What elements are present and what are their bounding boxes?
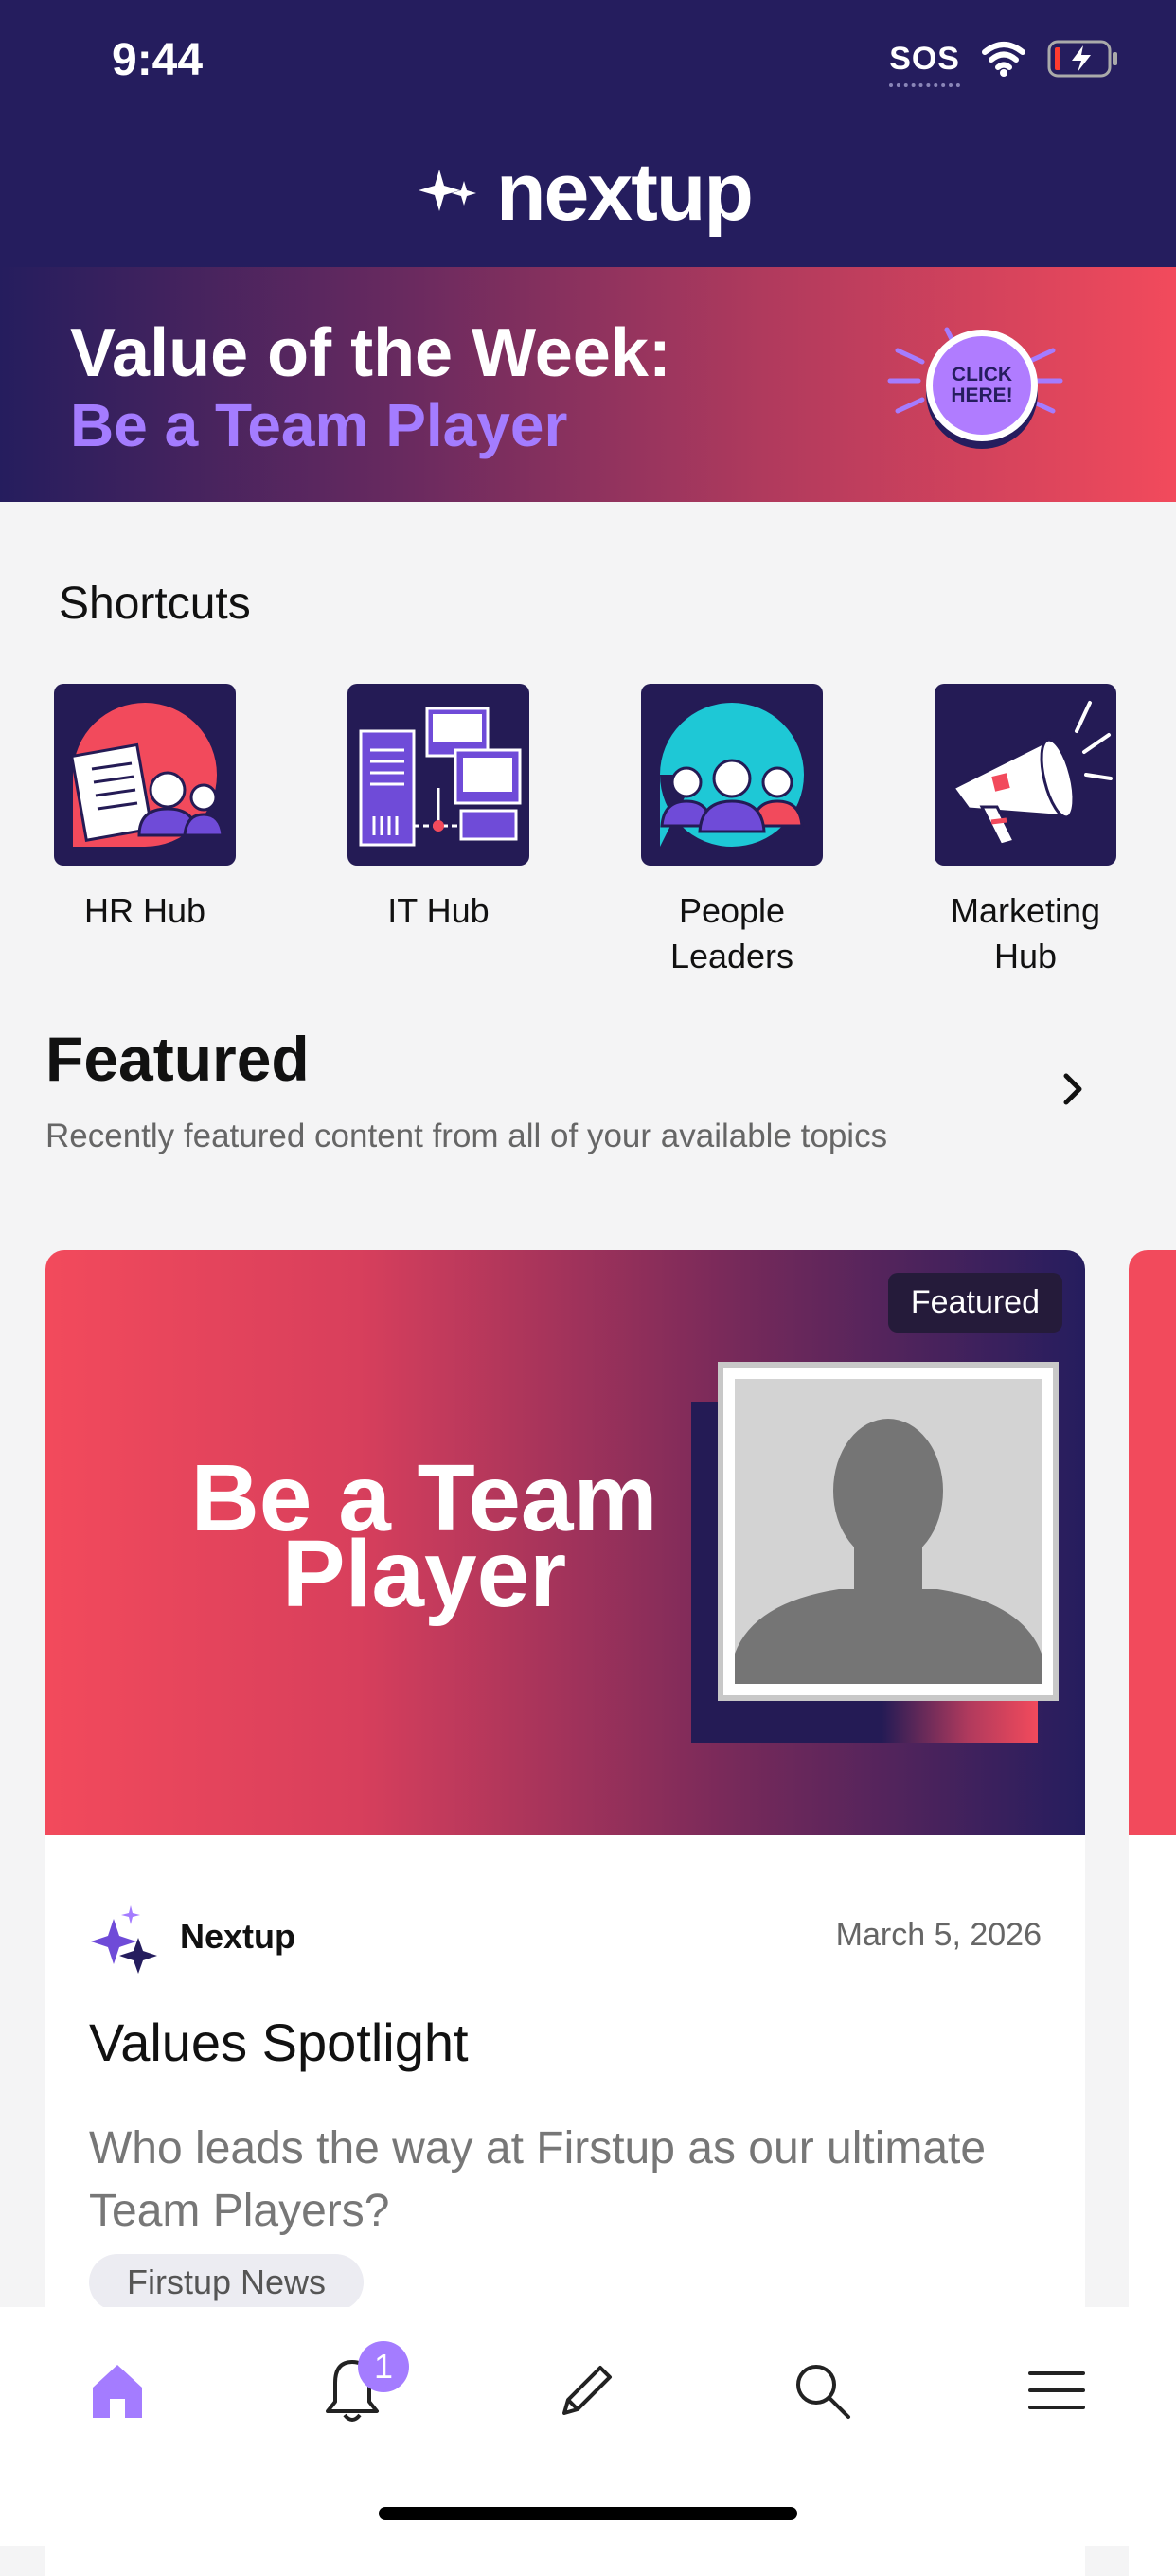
shortcuts-title: Shortcuts — [59, 579, 251, 629]
tab-notifications[interactable]: 1 — [295, 2334, 409, 2447]
topic-tag[interactable]: Firstup News — [89, 2254, 365, 2311]
shortcut-label: IT Hub — [387, 891, 490, 930]
click-here-button[interactable]: CLICK HERE! — [926, 330, 1038, 441]
featured-subtitle: Recently featured content from all of yo… — [45, 1118, 888, 1154]
shortcut-label: Marketing Hub — [950, 891, 1101, 975]
people-leaders-icon — [641, 684, 823, 866]
value-of-week-banner[interactable]: Value of the Week: Be a Team Player CLIC… — [0, 267, 1176, 502]
shortcut-it-hub[interactable]: IT Hub — [339, 684, 538, 979]
wifi-icon — [982, 42, 1025, 77]
search-icon — [796, 2365, 850, 2419]
author-name: Nextup — [180, 1917, 296, 1956]
chevron-right-icon[interactable] — [1043, 1061, 1100, 1118]
app-header: nextup — [0, 133, 1176, 267]
logo-text: nextup — [496, 147, 754, 238]
hero-text: Be a Team Player — [190, 1445, 658, 1627]
tab-search[interactable] — [765, 2334, 879, 2447]
status-icons: SOS — [889, 40, 1119, 87]
sos-indicator: SOS — [889, 40, 960, 87]
status-time: 9:44 — [112, 35, 204, 85]
card-hero-image: Featured Be a Team Player — [45, 1250, 1085, 1835]
pencil-icon — [562, 2366, 612, 2415]
sparkle-icon — [419, 169, 476, 211]
banner-title: Value of the Week: — [70, 315, 671, 391]
post-title: Values Spotlight — [89, 2012, 469, 2072]
shortcut-hr-hub[interactable]: HR Hub — [45, 684, 244, 979]
notification-badge: 1 — [358, 2341, 409, 2392]
tab-compose[interactable] — [530, 2334, 644, 2447]
post-description: Who leads the way at Firstup as our ulti… — [89, 2123, 987, 2236]
profile-photo-placeholder — [718, 1362, 1059, 1701]
featured-title: Featured — [45, 1024, 310, 1094]
menu-icon — [1028, 2371, 1085, 2409]
shortcut-label: HR Hub — [83, 891, 206, 930]
status-bar: 9:44 SOS — [0, 0, 1176, 133]
post-date: March 5, 2026 — [835, 1917, 1042, 1953]
featured-badge: Featured — [887, 1273, 1062, 1333]
nextup-author-icon — [91, 1905, 157, 1974]
nextup-logo: nextup — [417, 146, 754, 240]
it-hub-icon — [347, 684, 529, 866]
hr-hub-icon — [54, 684, 236, 866]
shortcuts-row: HR Hub IT Hub People Leaders Marketing H… — [45, 684, 1125, 979]
battery-icon — [1047, 40, 1117, 78]
home-indicator[interactable] — [379, 2507, 797, 2520]
shortcut-marketing-hub[interactable]: Marketing Hub — [926, 684, 1125, 979]
tab-home[interactable] — [61, 2334, 174, 2447]
person-silhouette-icon — [735, 1419, 1042, 1684]
shortcut-label: People Leaders — [669, 891, 794, 975]
shortcut-people-leaders[interactable]: People Leaders — [633, 684, 831, 979]
marketing-hub-icon — [935, 684, 1116, 866]
banner-subtitle: Be a Team Player — [70, 391, 568, 459]
home-icon — [93, 2365, 142, 2418]
tab-menu[interactable] — [1000, 2334, 1114, 2447]
